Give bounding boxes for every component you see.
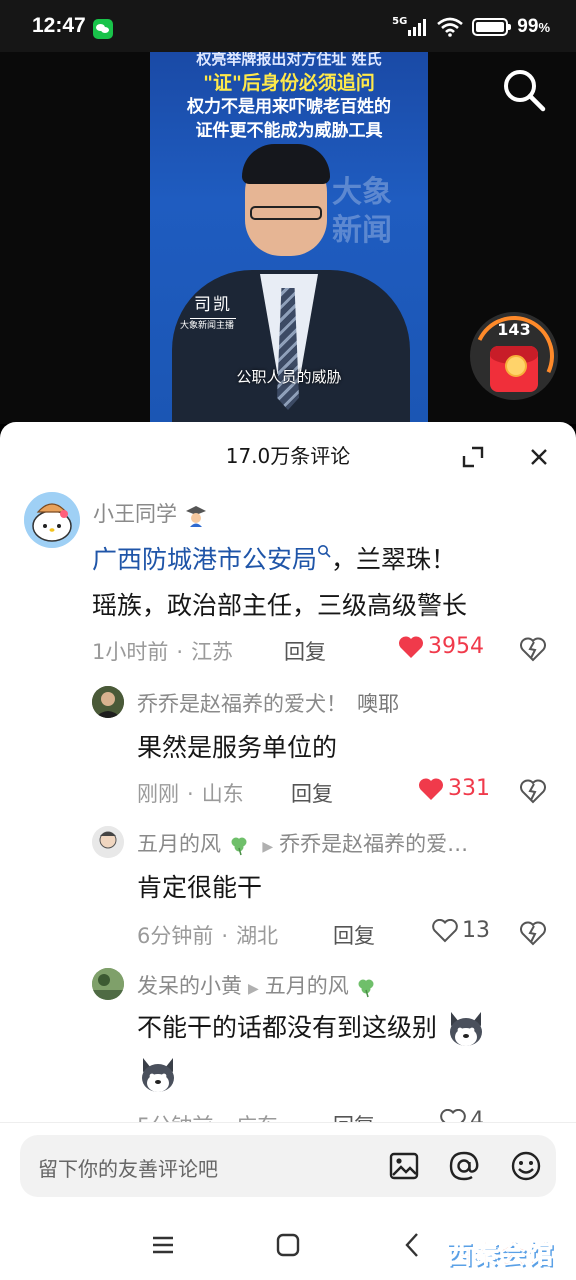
husky-emoji-icon bbox=[142, 1058, 174, 1092]
dislike-button[interactable] bbox=[520, 778, 546, 804]
system-nav-bar: 西秦会馆 bbox=[0, 1214, 576, 1280]
comment-username[interactable]: 发呆的小黄 ▶ 五月的风 bbox=[137, 970, 377, 1000]
like-count: 331 bbox=[448, 776, 490, 801]
comment-item: 小王同学 广西防城港市公安局 ，兰翠珠！ 瑶族，政治部主任，三级高级警长 1小时前… bbox=[0, 492, 576, 672]
comment-reply-item: 五月的风 ▶ 乔乔是赵福养的爱… 肯定很能干 6分钟前 · 湖北 回复 13 bbox=[0, 826, 576, 948]
student-badge-icon bbox=[185, 506, 206, 527]
battery-icon bbox=[472, 18, 512, 36]
comment-text: 果然是服务单位的 bbox=[137, 733, 338, 762]
comment-meta: 1小时前 · 江苏 bbox=[92, 640, 234, 664]
comment-meta: 刚刚 · 山东 bbox=[137, 782, 244, 806]
avatar[interactable] bbox=[92, 968, 124, 1000]
comment-emoji-line bbox=[137, 1054, 179, 1100]
home-button[interactable] bbox=[273, 1230, 303, 1260]
menu-button[interactable] bbox=[148, 1230, 178, 1260]
site-watermark: 西秦会馆 bbox=[445, 1240, 555, 1271]
back-button[interactable] bbox=[398, 1230, 428, 1260]
gift-count: 143 bbox=[497, 320, 531, 339]
husky-emoji-icon bbox=[449, 1012, 482, 1046]
comment-input-placeholder: 留下你的友善评论吧 bbox=[38, 1157, 218, 1181]
comment-text: 广西防城港市公安局 ，兰翠珠！ bbox=[92, 545, 457, 574]
comment-text: 肯定很能干 bbox=[137, 873, 263, 902]
avatar-image-icon bbox=[92, 826, 124, 858]
wechat-notification-icon bbox=[93, 19, 113, 39]
comment-input[interactable]: 留下你的友善评论吧 bbox=[20, 1135, 556, 1197]
avatar[interactable] bbox=[92, 826, 124, 858]
video-headline: 权力不是用来吓唬老百姓的 bbox=[187, 97, 391, 117]
anchor-role: 大象新闻主播 bbox=[180, 321, 235, 331]
clover-icon bbox=[231, 837, 247, 856]
avatar[interactable] bbox=[92, 686, 124, 718]
hello-kitty-avatar-icon bbox=[24, 492, 80, 548]
image-icon[interactable] bbox=[386, 1148, 422, 1184]
network-type: 5G bbox=[392, 15, 408, 27]
heart-outline-icon bbox=[432, 918, 458, 942]
search-button[interactable] bbox=[500, 66, 548, 114]
anchor-glasses bbox=[250, 206, 322, 220]
comment-input-bar: 留下你的友善评论吧 bbox=[0, 1122, 576, 1214]
reply-button[interactable]: 回复 bbox=[284, 636, 326, 666]
comment-username[interactable]: 乔乔是赵福养的爱犬！ 噢耶 bbox=[137, 688, 399, 718]
reply-button[interactable]: 回复 bbox=[291, 778, 333, 808]
reply-to-username[interactable]: 五月的风 bbox=[265, 974, 349, 998]
comment-reply-item: 乔乔是赵福养的爱犬！ 噢耶 果然是服务单位的 刚刚 · 山东 回复 331 bbox=[0, 686, 576, 806]
heart-filled-icon bbox=[418, 777, 444, 800]
comment-meta: 6分钟前 · 湖北 bbox=[137, 924, 279, 948]
signal-icon bbox=[408, 19, 427, 36]
author-tag: 噢耶 bbox=[357, 692, 399, 716]
video-headline: "证"后身份必须追问 bbox=[203, 72, 375, 94]
avatar-image-icon bbox=[92, 686, 124, 718]
like-count: 3954 bbox=[428, 634, 484, 659]
reply-arrow-icon: ▶ bbox=[262, 839, 274, 855]
anchor-hair bbox=[242, 144, 330, 184]
comment-username[interactable]: 五月的风 ▶ 乔乔是赵福养的爱… bbox=[137, 828, 468, 858]
status-time: 12:47 bbox=[32, 14, 86, 37]
like-count: 13 bbox=[462, 918, 490, 943]
close-button[interactable] bbox=[524, 442, 554, 472]
comment-reply-item: 发呆的小黄 ▶ 五月的风 不能干的话都没有到这级别 4 bbox=[0, 968, 576, 1138]
comments-count-title: 17.0万条评论 bbox=[225, 444, 351, 468]
mention-icon[interactable] bbox=[446, 1148, 482, 1184]
video-subtitle: 公职人员的威胁 bbox=[236, 368, 342, 386]
video-frame: 权亮举牌报出对方住址 姓氏 "证"后身份必须追问 权力不是用来吓唬老百姓的 证件… bbox=[150, 52, 428, 424]
battery-level: 99% bbox=[517, 16, 550, 37]
anchor-name: 司凯 bbox=[190, 290, 236, 319]
video-headline: 证件更不能成为威胁工具 bbox=[195, 121, 383, 141]
close-icon bbox=[531, 449, 547, 465]
status-indicators: 5G 99% bbox=[392, 14, 550, 40]
search-link[interactable]: 广西防城港市公安局 bbox=[92, 545, 331, 574]
expand-button[interactable] bbox=[458, 442, 488, 472]
dislike-button[interactable] bbox=[520, 920, 546, 946]
wifi-icon bbox=[437, 17, 464, 37]
reply-button[interactable]: 回复 bbox=[333, 920, 375, 950]
avatar-image-icon bbox=[92, 968, 124, 1000]
like-button[interactable]: 13 bbox=[432, 918, 490, 943]
avatar[interactable] bbox=[24, 492, 80, 548]
emoji-icon[interactable] bbox=[508, 1148, 544, 1184]
news-watermark: 大象 新闻 bbox=[332, 175, 392, 248]
reply-arrow-icon: ▶ bbox=[248, 981, 259, 997]
video-headline: 权亮举牌报出对方住址 姓氏 bbox=[196, 52, 382, 68]
dislike-button[interactable] bbox=[520, 636, 546, 662]
comment-username[interactable]: 小王同学 bbox=[93, 498, 208, 528]
like-button[interactable]: 3954 bbox=[398, 634, 484, 659]
like-button[interactable]: 331 bbox=[418, 776, 490, 801]
comment-text: 不能干的话都没有到这级别 bbox=[137, 1008, 487, 1050]
red-envelope-icon bbox=[490, 346, 538, 392]
red-envelope-widget[interactable]: 143 bbox=[462, 304, 566, 408]
reply-to-username[interactable]: 乔乔是赵福养的爱… bbox=[279, 832, 468, 856]
clover-icon bbox=[358, 979, 374, 998]
expand-icon bbox=[462, 446, 484, 468]
search-small-icon bbox=[318, 545, 331, 558]
status-bar: 12:47 5G 99% bbox=[0, 0, 576, 52]
comment-text-line2: 瑶族，政治部主任，三级高级警长 bbox=[92, 591, 468, 620]
search-icon bbox=[504, 70, 546, 112]
heart-filled-icon bbox=[398, 635, 424, 658]
